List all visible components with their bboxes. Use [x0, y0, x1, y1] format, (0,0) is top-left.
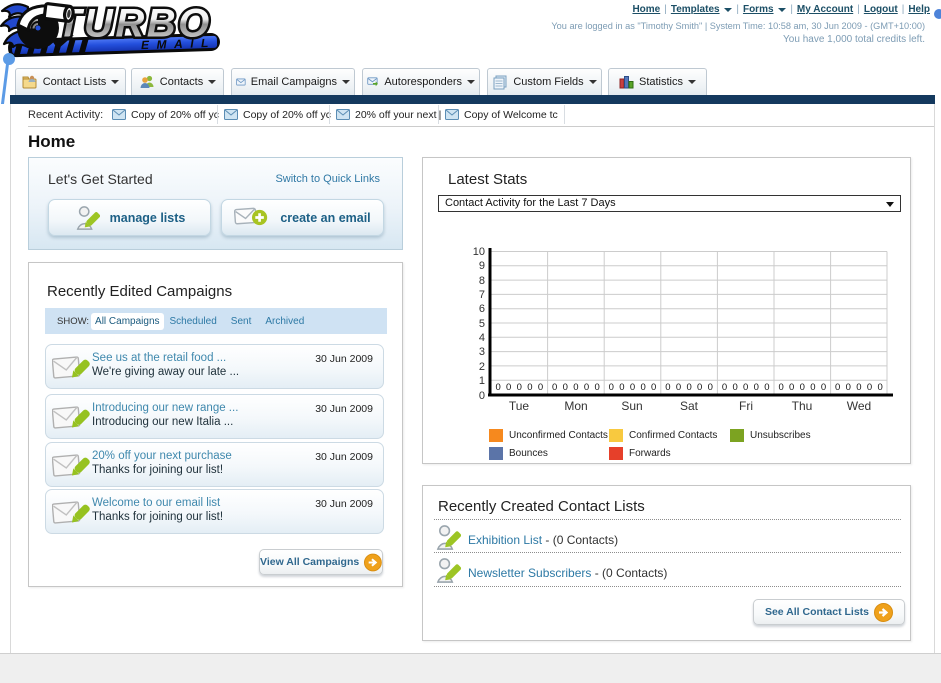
- svg-text:0: 0: [743, 382, 748, 393]
- svg-text:0: 0: [619, 382, 624, 393]
- svg-text:0: 0: [754, 382, 759, 393]
- svg-text:0: 0: [708, 382, 713, 393]
- svg-text:5: 5: [479, 318, 485, 330]
- svg-text:TURBO: TURBO: [57, 2, 212, 46]
- svg-text:7: 7: [479, 289, 485, 301]
- svg-text:0: 0: [552, 382, 557, 393]
- svg-text:0: 0: [573, 382, 578, 393]
- svg-text:0: 0: [651, 382, 656, 393]
- svg-text:8: 8: [479, 275, 485, 287]
- svg-text:6: 6: [479, 303, 485, 315]
- svg-text:0: 0: [506, 382, 511, 393]
- svg-text:Mon: Mon: [564, 399, 587, 413]
- svg-text:0: 0: [584, 382, 589, 393]
- svg-text:0: 0: [877, 382, 882, 393]
- svg-text:0: 0: [778, 382, 783, 393]
- svg-text:0: 0: [538, 382, 543, 393]
- svg-text:0: 0: [856, 382, 861, 393]
- svg-text:0: 0: [609, 382, 614, 393]
- svg-text:Fri: Fri: [739, 399, 753, 413]
- svg-text:9: 9: [479, 260, 485, 272]
- svg-text:0: 0: [686, 382, 691, 393]
- svg-text:10: 10: [473, 246, 485, 258]
- svg-text:2: 2: [479, 361, 485, 373]
- svg-text:Sat: Sat: [680, 399, 699, 413]
- svg-text:0: 0: [846, 382, 851, 393]
- svg-text:0: 0: [563, 382, 568, 393]
- svg-text:0: 0: [517, 382, 522, 393]
- svg-text:Sun: Sun: [621, 399, 642, 413]
- svg-text:0: 0: [800, 382, 805, 393]
- svg-text:0: 0: [479, 390, 485, 402]
- svg-text:0: 0: [722, 382, 727, 393]
- svg-text:0: 0: [630, 382, 635, 393]
- svg-text:0: 0: [821, 382, 826, 393]
- svg-text:3: 3: [479, 346, 485, 358]
- svg-text:0: 0: [697, 382, 702, 393]
- svg-text:0: 0: [676, 382, 681, 393]
- svg-text:0: 0: [764, 382, 769, 393]
- svg-text:Tue: Tue: [509, 399, 530, 413]
- svg-text:0: 0: [527, 382, 532, 393]
- svg-text:0: 0: [810, 382, 815, 393]
- svg-text:0: 0: [867, 382, 872, 393]
- svg-text:0: 0: [665, 382, 670, 393]
- svg-text:0: 0: [640, 382, 645, 393]
- svg-text:0: 0: [594, 382, 599, 393]
- svg-text:Thu: Thu: [792, 399, 813, 413]
- svg-text:0: 0: [732, 382, 737, 393]
- svg-text:0: 0: [789, 382, 794, 393]
- svg-text:0: 0: [835, 382, 840, 393]
- svg-text:0: 0: [495, 382, 500, 393]
- svg-text:4: 4: [479, 332, 485, 344]
- svg-text:Wed: Wed: [847, 399, 871, 413]
- svg-text:1: 1: [479, 375, 485, 387]
